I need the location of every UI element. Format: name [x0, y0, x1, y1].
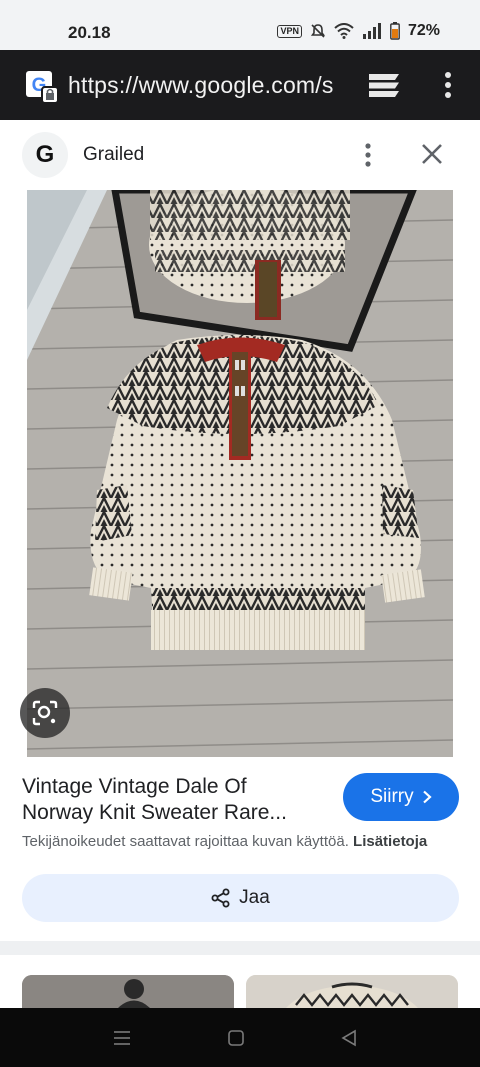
section-divider — [0, 941, 480, 955]
more-vert-icon[interactable] — [356, 142, 380, 168]
mute-icon — [310, 24, 326, 38]
system-nav-bar — [0, 1008, 480, 1067]
battery-percentage: 72% — [407, 22, 440, 39]
copyright-notice: Tekijänoikeudet saattavat rajoittaa kuva… — [22, 833, 427, 850]
recent-apps-icon[interactable] — [112, 1029, 132, 1047]
back-icon[interactable] — [340, 1029, 358, 1047]
related-image-thumbnail[interactable] — [22, 975, 234, 1008]
vpn-badge: VPN — [277, 24, 302, 38]
learn-more-link[interactable]: Lisätietoja — [353, 833, 427, 850]
copyright-text: Tekijänoikeudet saattavat rajoittaa kuva… — [22, 833, 349, 850]
status-time: 20.18 — [68, 23, 111, 42]
visit-button-label: Siirry — [370, 786, 414, 807]
related-image-2 — [246, 975, 458, 1008]
tab-switcher-icon[interactable] — [366, 70, 402, 100]
lens-icon — [32, 700, 58, 726]
source-header: G Grailed — [0, 120, 480, 190]
result-title[interactable]: Vintage Vintage Dale Of Norway Knit Swea… — [22, 774, 332, 826]
result-title-line2: Norway Knit Sweater Rare... — [22, 801, 287, 824]
google-lens-icon[interactable]: G — [26, 71, 60, 105]
result-image[interactable] — [27, 190, 453, 757]
more-vert-icon[interactable] — [436, 70, 460, 100]
share-button[interactable]: Jaa — [22, 874, 459, 922]
home-icon[interactable] — [227, 1029, 245, 1047]
browser-url-bar: G https://www.google.com/s — [0, 50, 480, 120]
site-name[interactable]: Grailed — [83, 144, 144, 166]
battery-icon — [390, 22, 400, 40]
signal-icon — [362, 23, 381, 39]
close-icon[interactable] — [418, 140, 446, 168]
share-button-label: Jaa — [239, 887, 270, 908]
sweater-photo — [27, 190, 453, 757]
share-icon — [211, 888, 230, 908]
lens-search-button[interactable] — [20, 688, 70, 738]
visit-button[interactable]: Siirry — [343, 773, 459, 821]
status-icons: VPN 72% — [277, 22, 440, 40]
chevron-right-icon — [422, 790, 432, 804]
status-bar: 20.18 VPN 72% — [0, 0, 480, 50]
result-title-line1: Vintage Vintage Dale Of — [22, 775, 247, 798]
url-text[interactable]: https://www.google.com/s — [68, 72, 343, 99]
related-image-thumbnail[interactable] — [246, 975, 458, 1008]
wifi-icon — [334, 23, 354, 39]
related-image-1 — [22, 975, 234, 1008]
site-favicon: G — [22, 132, 68, 178]
